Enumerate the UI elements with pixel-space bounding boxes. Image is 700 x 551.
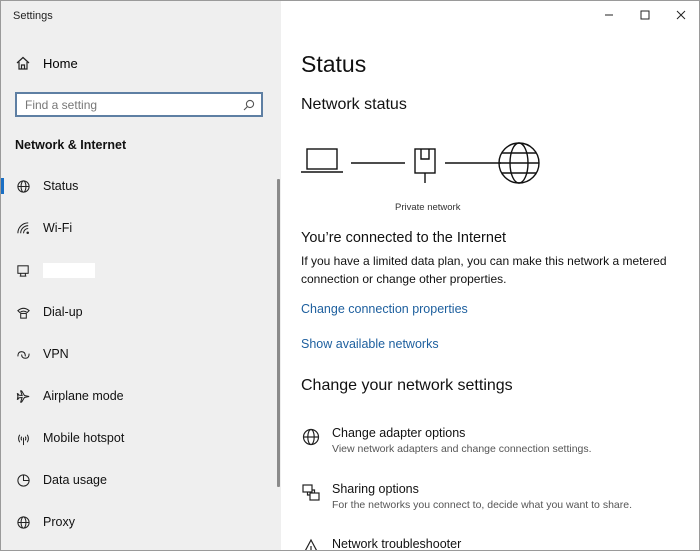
sidebar-item-label: Airplane mode [43, 389, 124, 403]
adapter-icon [302, 428, 320, 446]
sidebar-nav: Status Wi-Fi Dial-up VPN Airplane mode M… [1, 165, 281, 543]
option-description: View network adapters and change connect… [332, 443, 592, 455]
show-available-networks-link[interactable]: Show available networks [301, 337, 439, 351]
home-label: Home [43, 55, 78, 71]
airplane-icon [16, 389, 29, 403]
sidebar-item-status[interactable]: Status [1, 165, 281, 207]
sidebar-item-proxy[interactable]: Proxy [1, 501, 281, 543]
router-icon [414, 148, 436, 183]
status-description: If you have a limited data plan, you can… [301, 254, 667, 286]
wifi-icon [16, 221, 29, 234]
connection-status: You’re connected to the Internet [301, 230, 507, 246]
sidebar-item-label: Proxy [43, 515, 75, 529]
sidebar-item-label: Data usage [43, 473, 107, 487]
status-globe-icon [16, 179, 30, 193]
vpn-icon [16, 350, 30, 359]
search-icon[interactable] [243, 99, 255, 111]
sidebar-item-label: VPN [43, 347, 69, 361]
dialup-icon [16, 307, 30, 319]
change-connection-properties-link[interactable]: Change connection properties [301, 302, 468, 316]
option-title: Change adapter options [332, 426, 466, 440]
section-title: Network & Internet [15, 138, 127, 152]
network-type-label: Private network [395, 202, 461, 213]
ethernet-icon [16, 264, 29, 277]
maximize-button[interactable] [627, 1, 663, 29]
sidebar-item-dialup[interactable]: Dial-up [1, 291, 281, 333]
data-usage-icon [16, 473, 30, 487]
redacted-label [43, 262, 95, 278]
sidebar-item-label: Wi-Fi [43, 221, 73, 235]
change-settings-heading: Change your network settings [301, 377, 513, 394]
network-troubleshooter[interactable]: Network troubleshooter [301, 537, 462, 551]
internet-globe-icon [498, 142, 540, 184]
maximize-icon [640, 10, 650, 20]
proxy-globe-icon [16, 515, 30, 529]
troubleshooter-icon [304, 538, 318, 550]
search-box[interactable] [15, 92, 263, 117]
option-title: Network troubleshooter [332, 537, 462, 551]
network-status-heading: Network status [301, 96, 407, 113]
sharing-icon [302, 484, 320, 501]
sidebar-item-label: Mobile hotspot [43, 431, 125, 445]
sidebar-item-data-usage[interactable]: Data usage [1, 459, 281, 501]
option-title: Sharing options [332, 482, 419, 496]
network-diagram [301, 142, 540, 184]
option-description: For the networks you connect to, decide … [332, 499, 632, 511]
window-controls [591, 1, 699, 29]
home-icon [16, 56, 30, 70]
sidebar-item-vpn[interactable]: VPN [1, 333, 281, 375]
close-icon [676, 10, 686, 20]
sidebar-item-ethernet[interactable] [1, 249, 281, 291]
hotspot-icon [17, 433, 29, 445]
close-button[interactable] [663, 1, 699, 29]
sidebar-item-mobile-hotspot[interactable]: Mobile hotspot [1, 417, 281, 459]
home-nav-item[interactable]: Home [15, 55, 78, 71]
sidebar: Settings Home Network & Internet Status … [1, 1, 281, 550]
minimize-button[interactable] [591, 1, 627, 29]
sidebar-scrollbar[interactable] [277, 179, 280, 487]
sidebar-item-airplane-mode[interactable]: Airplane mode [1, 375, 281, 417]
search-input[interactable] [25, 97, 243, 112]
change-adapter-options[interactable]: Change adapter options View network adap… [301, 426, 592, 455]
sidebar-item-wifi[interactable]: Wi-Fi [1, 207, 281, 249]
main-content: Status Network status Private network Yo… [281, 1, 699, 550]
laptop-icon [301, 148, 343, 173]
sidebar-item-label: Status [43, 179, 79, 193]
page-title: Status [301, 51, 367, 77]
minimize-icon [605, 14, 613, 16]
sharing-options[interactable]: Sharing options For the networks you con… [301, 482, 632, 511]
sidebar-item-label: Dial-up [43, 305, 83, 319]
settings-window: Settings Home Network & Internet Status … [0, 0, 700, 551]
window-title: Settings [13, 10, 53, 22]
